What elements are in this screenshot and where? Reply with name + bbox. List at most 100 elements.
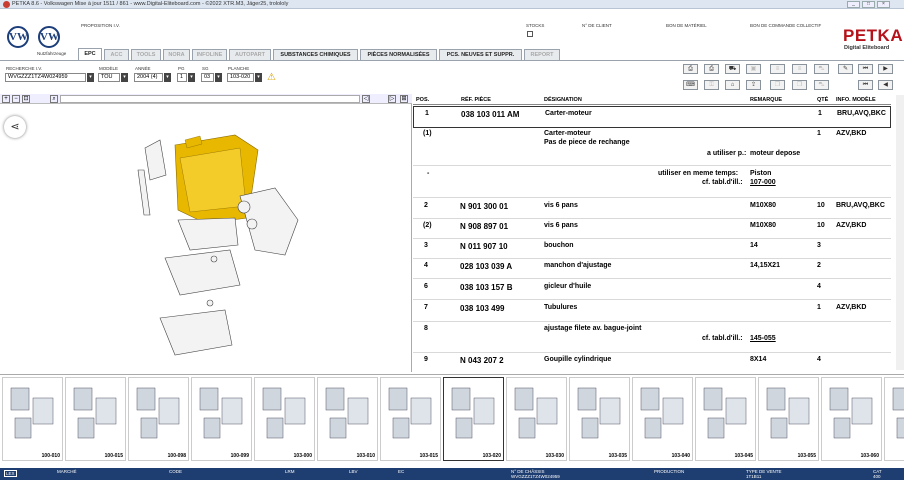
- car-icon[interactable]: ⛟: [725, 64, 740, 74]
- table-row[interactable]: (1) Carter-moteur Pas de piece de rechan…: [413, 128, 891, 166]
- vin-input[interactable]: WVGZZZ1TZ4W024959: [5, 73, 86, 82]
- print-icon[interactable]: ⎙: [683, 64, 698, 74]
- thumbnail-100-098[interactable]: 100-098: [128, 377, 189, 461]
- planche-dropdown-icon[interactable]: ▾: [255, 73, 262, 82]
- zoom-out-icon[interactable]: −: [12, 95, 20, 103]
- vin-dropdown-icon[interactable]: ▾: [87, 73, 94, 82]
- annee-select[interactable]: 2004 (4): [134, 73, 163, 82]
- prev-page-icon[interactable]: ◀: [878, 80, 893, 90]
- tab-infoline[interactable]: INFOLINE: [192, 49, 227, 60]
- stocks-checkbox[interactable]: [527, 31, 533, 37]
- pg-select[interactable]: 1: [177, 73, 187, 82]
- table-row[interactable]: - utiliser en meme temps: Piston cf. tab…: [413, 166, 891, 198]
- thumbnail-103-045[interactable]: 103-045: [695, 377, 756, 461]
- table-row[interactable]: 3 N 011 907 10 bouchon 14 3: [413, 239, 891, 259]
- warning-icon[interactable]: ⚠: [267, 72, 276, 83]
- sg-select[interactable]: 03: [201, 73, 214, 82]
- row-ref[interactable]: N 043 207 2: [460, 356, 504, 365]
- sg-dropdown-icon[interactable]: ▾: [215, 73, 222, 82]
- paste-icon[interactable]: ❐: [792, 80, 807, 90]
- table-row[interactable]: 1 038 103 011 AM Carter-moteur 1 BRU,AVQ…: [413, 106, 891, 128]
- page-next-icon[interactable]: ▷: [388, 95, 396, 103]
- print-preview-icon[interactable]: ⎙: [704, 64, 719, 74]
- table-row[interactable]: 2 N 901 300 01 vis 6 pans M10X80 10 BRU,…: [413, 198, 891, 219]
- table-scrollbar[interactable]: [896, 95, 904, 370]
- thumbnail-103-060[interactable]: 103-060: [821, 377, 882, 461]
- thumbnail-103-015[interactable]: 103-015: [380, 377, 441, 461]
- table-row[interactable]: 4 028 103 039 A manchon d'ajustage 14,15…: [413, 259, 891, 279]
- thumbnail-103-055[interactable]: 103-055: [758, 377, 819, 461]
- col-remarque[interactable]: REMARQUE: [750, 97, 782, 103]
- tab-substances-chimiques[interactable]: SUBSTANCES CHIMIQUES: [273, 49, 358, 60]
- cart-list-icon[interactable]: ≡: [792, 64, 807, 74]
- page-prev-icon[interactable]: ◁: [362, 95, 370, 103]
- col-pos[interactable]: POS.: [416, 97, 429, 103]
- row-ref[interactable]: 038 103 499: [460, 304, 505, 313]
- first-page-icon[interactable]: ⏮: [858, 64, 873, 74]
- col-qte[interactable]: QTÉ: [817, 97, 828, 103]
- tab-tools[interactable]: TOOLS: [131, 49, 161, 60]
- row-tabl-link[interactable]: 107-000: [750, 179, 776, 186]
- row-ref[interactable]: 028 103 039 A: [460, 262, 512, 271]
- col-ref[interactable]: RÉF. PIÈCE: [461, 97, 491, 103]
- modele-select[interactable]: TOU: [98, 73, 120, 82]
- copy-icon[interactable]: ❐: [770, 80, 785, 90]
- next-page-icon[interactable]: ▶: [878, 64, 893, 74]
- thumbnail-103-040[interactable]: 103-040: [632, 377, 693, 461]
- zoom-in-icon[interactable]: +: [2, 95, 10, 103]
- thumbnail-103-070[interactable]: 103-070: [884, 377, 904, 461]
- illustration-scrollbar[interactable]: [60, 95, 360, 103]
- cart-add-icon[interactable]: ≡: [770, 64, 785, 74]
- keyboard-icon[interactable]: ⌨: [683, 80, 698, 90]
- cart-remove-icon[interactable]: ⛍: [814, 80, 829, 90]
- annee-dropdown-icon[interactable]: ▾: [164, 73, 171, 82]
- part-icon[interactable]: ▣: [746, 64, 761, 74]
- pin-icon[interactable]: ✎: [838, 64, 853, 74]
- lex-badge[interactable]: LEX: [4, 470, 17, 477]
- tab-pieces-normalisees[interactable]: PIÈCES NORMALISÉES: [360, 49, 437, 60]
- table-row[interactable]: 9 N 043 207 2 Goupille cylindrique 8X14 …: [413, 353, 891, 371]
- planche-select[interactable]: 103-020: [227, 73, 254, 82]
- thumbnail-100-015[interactable]: 100-015: [65, 377, 126, 461]
- prev-group-icon[interactable]: ⏮: [858, 80, 873, 90]
- tab-report[interactable]: REPORT: [524, 49, 560, 60]
- thumbnail-103-020[interactable]: 103-020: [443, 377, 504, 461]
- share-icon[interactable]: ⋖: [4, 116, 26, 138]
- key-icon[interactable]: ⚿: [704, 80, 719, 90]
- maximize-button[interactable]: □: [862, 1, 875, 8]
- tab-pcs-neuves[interactable]: PCS. NEUVES ET SUPPR.: [439, 49, 522, 60]
- row-ref[interactable]: 038 103 157 B: [460, 283, 513, 292]
- close-button[interactable]: ×: [877, 1, 890, 8]
- col-designation[interactable]: DÉSIGNATION: [544, 97, 582, 103]
- table-row[interactable]: 6 038 103 157 B gicleur d'huile 4: [413, 279, 891, 300]
- row-tabl-link[interactable]: 145-055: [750, 335, 776, 342]
- house-icon[interactable]: ⌂: [725, 80, 740, 90]
- tab-epc[interactable]: EPC: [78, 48, 102, 60]
- zoom-fit-icon[interactable]: ⊡: [22, 95, 30, 103]
- row-ref[interactable]: 038 103 011 AM: [461, 110, 519, 119]
- thumbnail-103-030[interactable]: 103-030: [506, 377, 567, 461]
- export-icon[interactable]: ⇪: [746, 80, 761, 90]
- thumbnail-103-000[interactable]: 103-000: [254, 377, 315, 461]
- thumbnail-100-099[interactable]: 100-099: [191, 377, 252, 461]
- pg-dropdown-icon[interactable]: ▾: [188, 73, 195, 82]
- table-row[interactable]: 7 038 103 499 Tubulures 1 AZV,BKD: [413, 300, 891, 322]
- tab-nora[interactable]: NORA: [163, 49, 190, 60]
- expand-icon[interactable]: ⊞: [400, 95, 408, 103]
- thumbnail-103-010[interactable]: 103-010: [317, 377, 378, 461]
- row-ref[interactable]: N 908 897 01: [460, 222, 508, 231]
- exploded-engine-diagram[interactable]: [0, 104, 412, 372]
- row-ref[interactable]: N 011 907 10: [460, 242, 508, 251]
- table-row[interactable]: (2) N 908 897 01 vis 6 pans M10X80 10 AZ…: [413, 219, 891, 239]
- search-icon[interactable]: ⌕: [50, 95, 58, 103]
- tab-autopart[interactable]: AUTOPART: [229, 49, 271, 60]
- thumbnail-100-010[interactable]: 100-010: [2, 377, 63, 461]
- row-ref[interactable]: N 901 300 01: [460, 202, 508, 211]
- minimize-button[interactable]: _: [847, 1, 860, 8]
- tab-acc[interactable]: ACC: [104, 49, 129, 60]
- modele-dropdown-icon[interactable]: ▾: [121, 73, 128, 82]
- col-info-modele[interactable]: INFO. MODÈLE: [836, 97, 876, 103]
- table-row[interactable]: 8 ajustage filete av. bague-joint cf. ta…: [413, 322, 891, 353]
- cart-icon[interactable]: ⛍: [814, 64, 829, 74]
- thumbnail-103-035[interactable]: 103-035: [569, 377, 630, 461]
